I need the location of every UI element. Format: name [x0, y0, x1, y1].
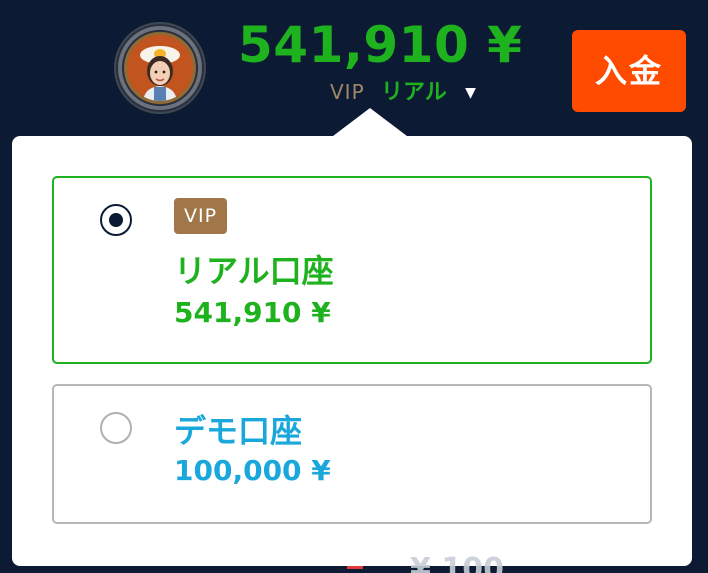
- header-balance: 541,910 ¥: [238, 16, 523, 74]
- avatar-icon: [124, 32, 196, 104]
- background-indicator: [347, 566, 363, 569]
- vip-label: VIP: [330, 80, 365, 104]
- account-option-real[interactable]: VIP リアル口座 541,910 ¥: [52, 176, 652, 364]
- account-amount: 100,000 ¥: [174, 454, 331, 487]
- caret-down-icon: ▼: [465, 85, 476, 101]
- account-title: リアル口座: [174, 252, 334, 290]
- current-account-name: リアル: [381, 80, 447, 105]
- account-option-demo[interactable]: デモ口座 100,000 ¥: [52, 384, 652, 524]
- radio-unselected-icon[interactable]: [100, 412, 132, 444]
- account-title: デモ口座: [174, 412, 303, 450]
- account-type-switch[interactable]: VIP リアル ▼: [330, 78, 476, 106]
- account-amount: 541,910 ¥: [174, 296, 331, 329]
- deposit-button[interactable]: 入金: [572, 30, 686, 112]
- vip-badge: VIP: [174, 198, 228, 234]
- background-amount-peek: ¥ 100: [410, 552, 504, 573]
- radio-dot: [109, 213, 123, 227]
- avatar[interactable]: [114, 22, 206, 114]
- account-dropdown: VIP リアル口座 541,910 ¥ デモ口座 100,000 ¥: [12, 136, 692, 566]
- radio-selected-icon[interactable]: [100, 204, 132, 236]
- dropdown-pointer: [333, 108, 407, 136]
